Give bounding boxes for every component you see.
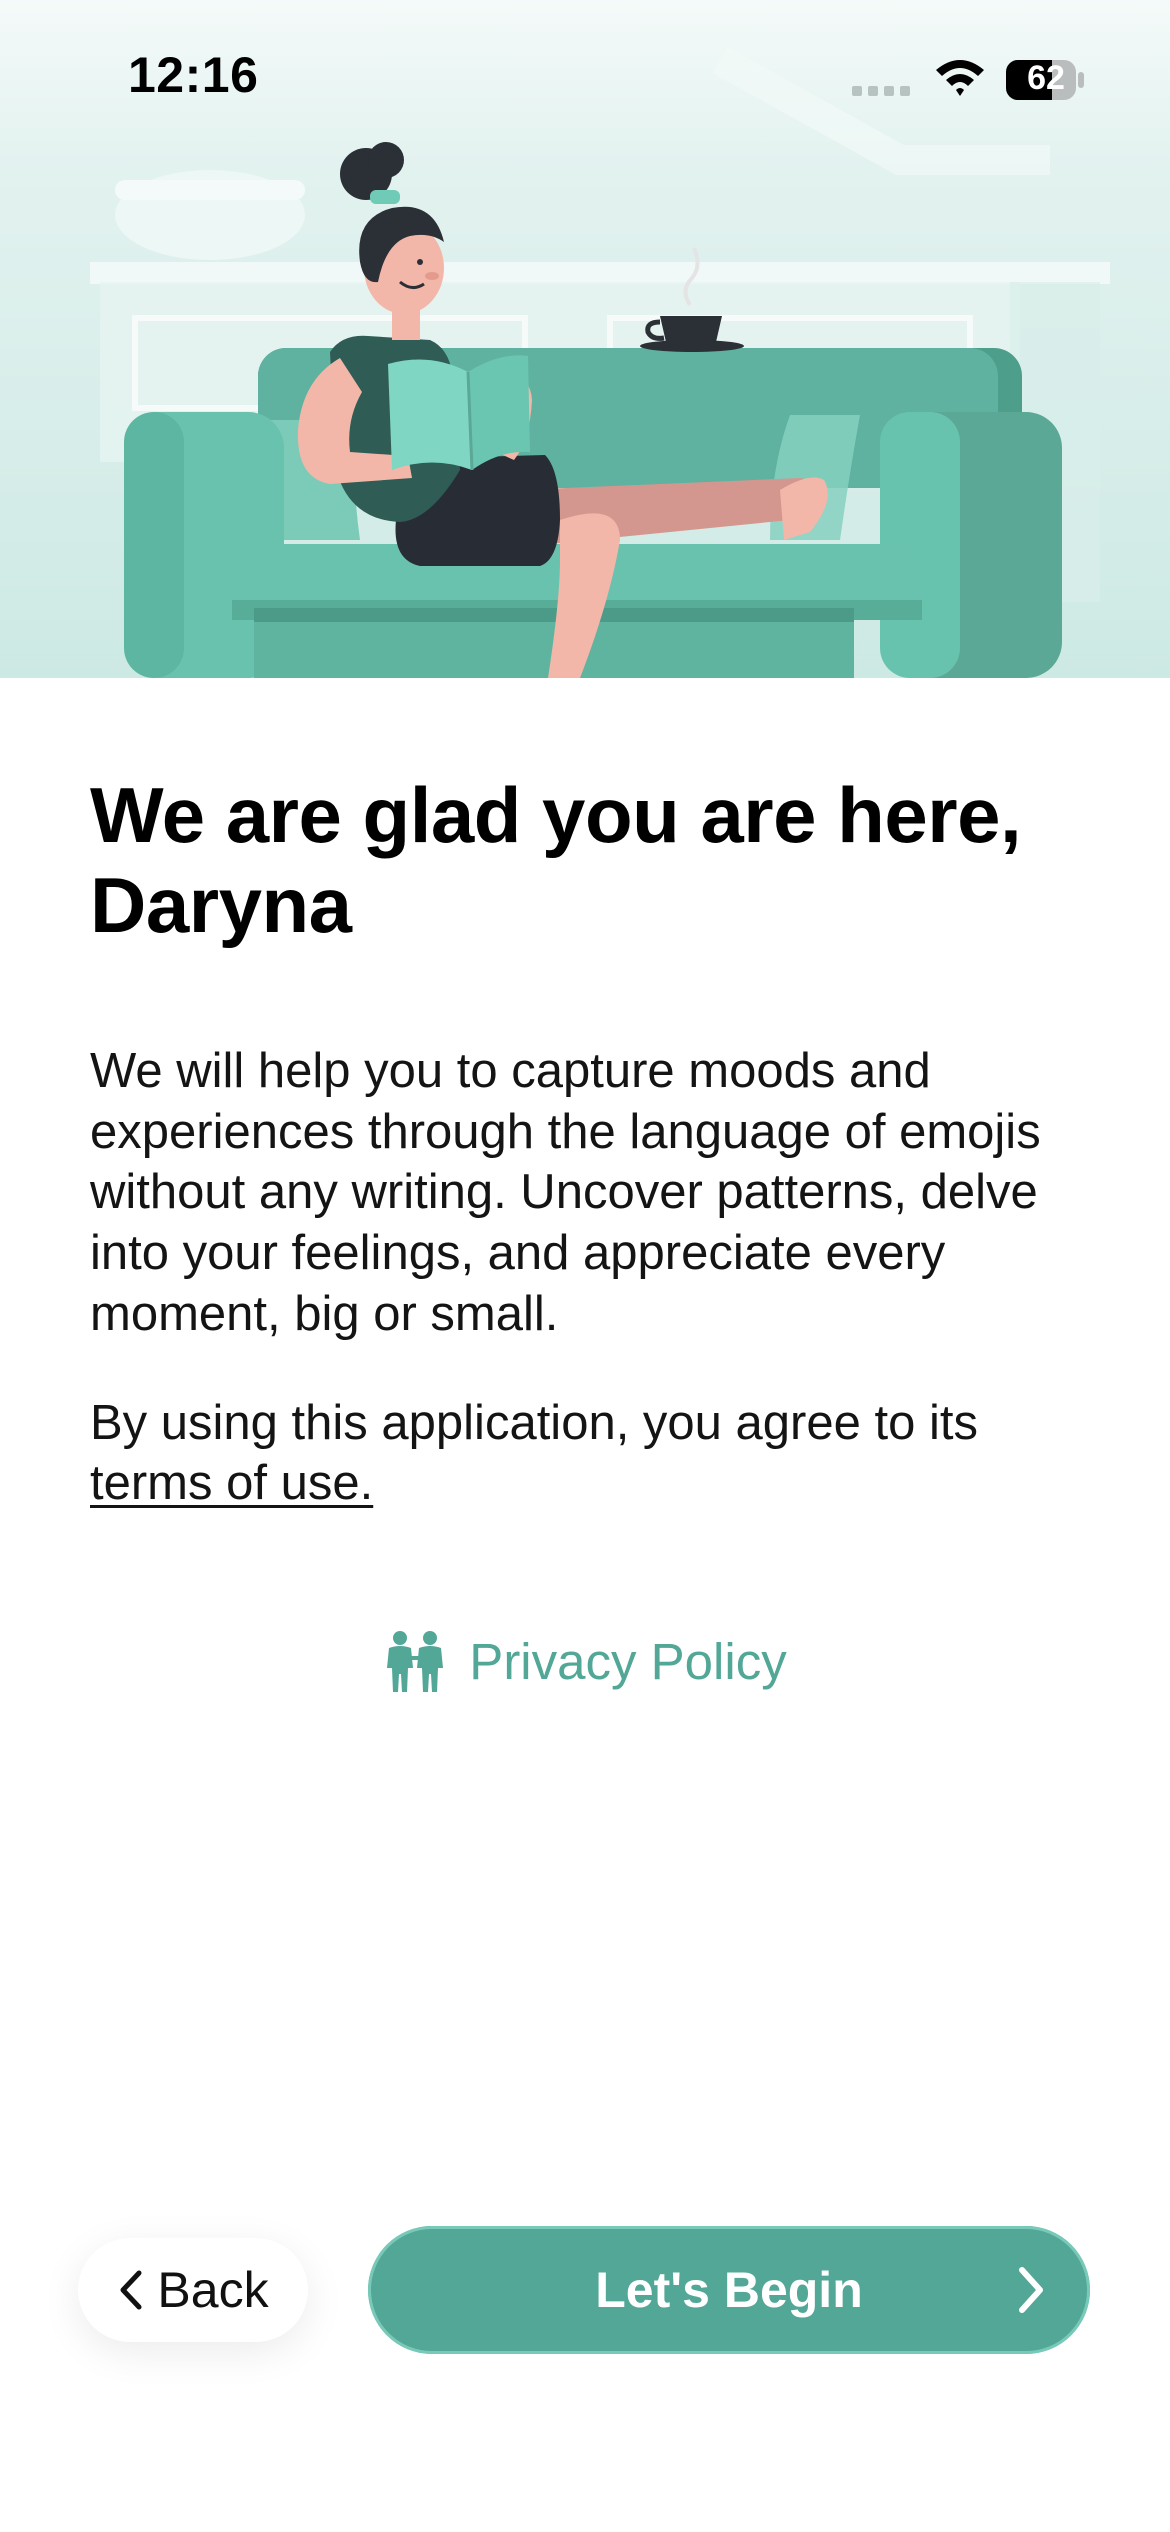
privacy-policy-label: Privacy Policy (469, 1632, 787, 1690)
privacy-policy-row: Privacy Policy (0, 1630, 1170, 1704)
two-people-icon (387, 1631, 444, 1692)
chevron-left-icon (120, 2270, 142, 2310)
status-time: 12:16 (128, 47, 259, 103)
privacy-policy-link[interactable]: Privacy Policy (383, 1630, 787, 1692)
lets-begin-label: Let's Begin (595, 2262, 863, 2318)
lets-begin-button[interactable]: Let's Begin (368, 2226, 1090, 2354)
battery-level: 62 (1027, 59, 1065, 97)
back-button-label: Back (157, 2262, 269, 2318)
terms-notice: By using this application, you agree to … (90, 1393, 1090, 1515)
chevron-right-icon (1019, 2267, 1043, 2313)
back-button[interactable]: Back (78, 2238, 308, 2342)
main-content: We are glad you are here, Daryna We will… (90, 770, 1090, 1514)
terms-prefix: By using this application, you agree to … (90, 1395, 978, 1450)
page-title: We are glad you are here, Daryna (90, 771, 1022, 950)
status-bar: 12:16 62 (0, 0, 1170, 150)
terms-of-use-link[interactable]: terms of use. (90, 1456, 373, 1510)
cellular-signal-icon (852, 86, 910, 96)
wifi-icon (936, 60, 984, 96)
intro-text: We will help you to capture moods and ex… (90, 1043, 1041, 1341)
